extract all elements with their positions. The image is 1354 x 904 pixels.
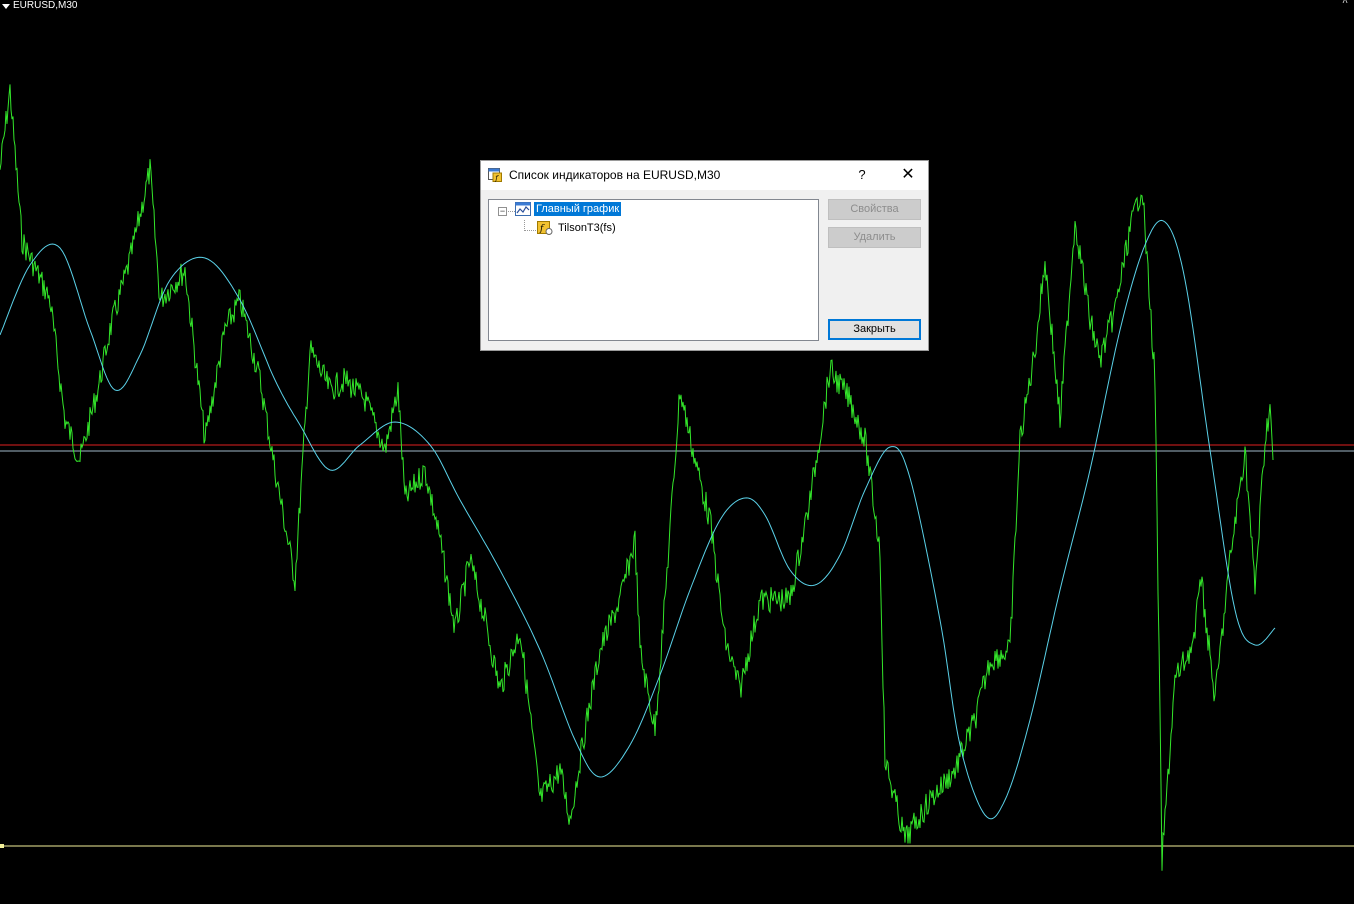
dropdown-triangle-icon [2,3,10,9]
delete-button[interactable]: Удалить [828,227,921,248]
tree-item-label: TilsonT3(fs) [558,222,616,234]
collapse-icon[interactable]: − [498,207,507,216]
chart-symbol-label: EURUSD,M30 [13,0,78,11]
properties-button[interactable]: Свойства [828,199,921,220]
indicator-tree[interactable]: − Главный график f TilsonT3(fs) [488,199,819,341]
tree-connector [508,211,515,212]
close-button[interactable]: Закрыть [828,319,921,340]
dialog-title-bar[interactable]: f Список индикаторов на EURUSD,M30 ? ✕ [481,161,928,190]
tree-item-main-chart[interactable]: Главный график [515,202,622,216]
custom-indicator-icon: f [537,221,553,235]
indicator-list-dialog: f Список индикаторов на EURUSD,M30 ? ✕ −… [480,160,929,351]
level-line-handle[interactable] [0,844,4,848]
tree-connector [524,230,536,231]
chart-corner-caret-icon: ˄ [1342,0,1348,7]
chart-window-icon [515,202,531,216]
close-icon[interactable]: ✕ [891,164,925,186]
help-button[interactable]: ? [849,165,875,185]
tree-item-label: Главный график [534,202,622,216]
indicator-list-app-icon: f [488,168,502,182]
dialog-title: Список индикаторов на EURUSD,M30 [509,168,721,182]
tree-item-tilson-t3[interactable]: f TilsonT3(fs) [537,221,618,235]
chart-canvas [0,0,1354,904]
chart-symbol-tag[interactable]: EURUSD,M30 [2,0,77,12]
price-chart[interactable]: EURUSD,M30 ˄ [0,0,1354,904]
chart-background [0,0,1354,904]
